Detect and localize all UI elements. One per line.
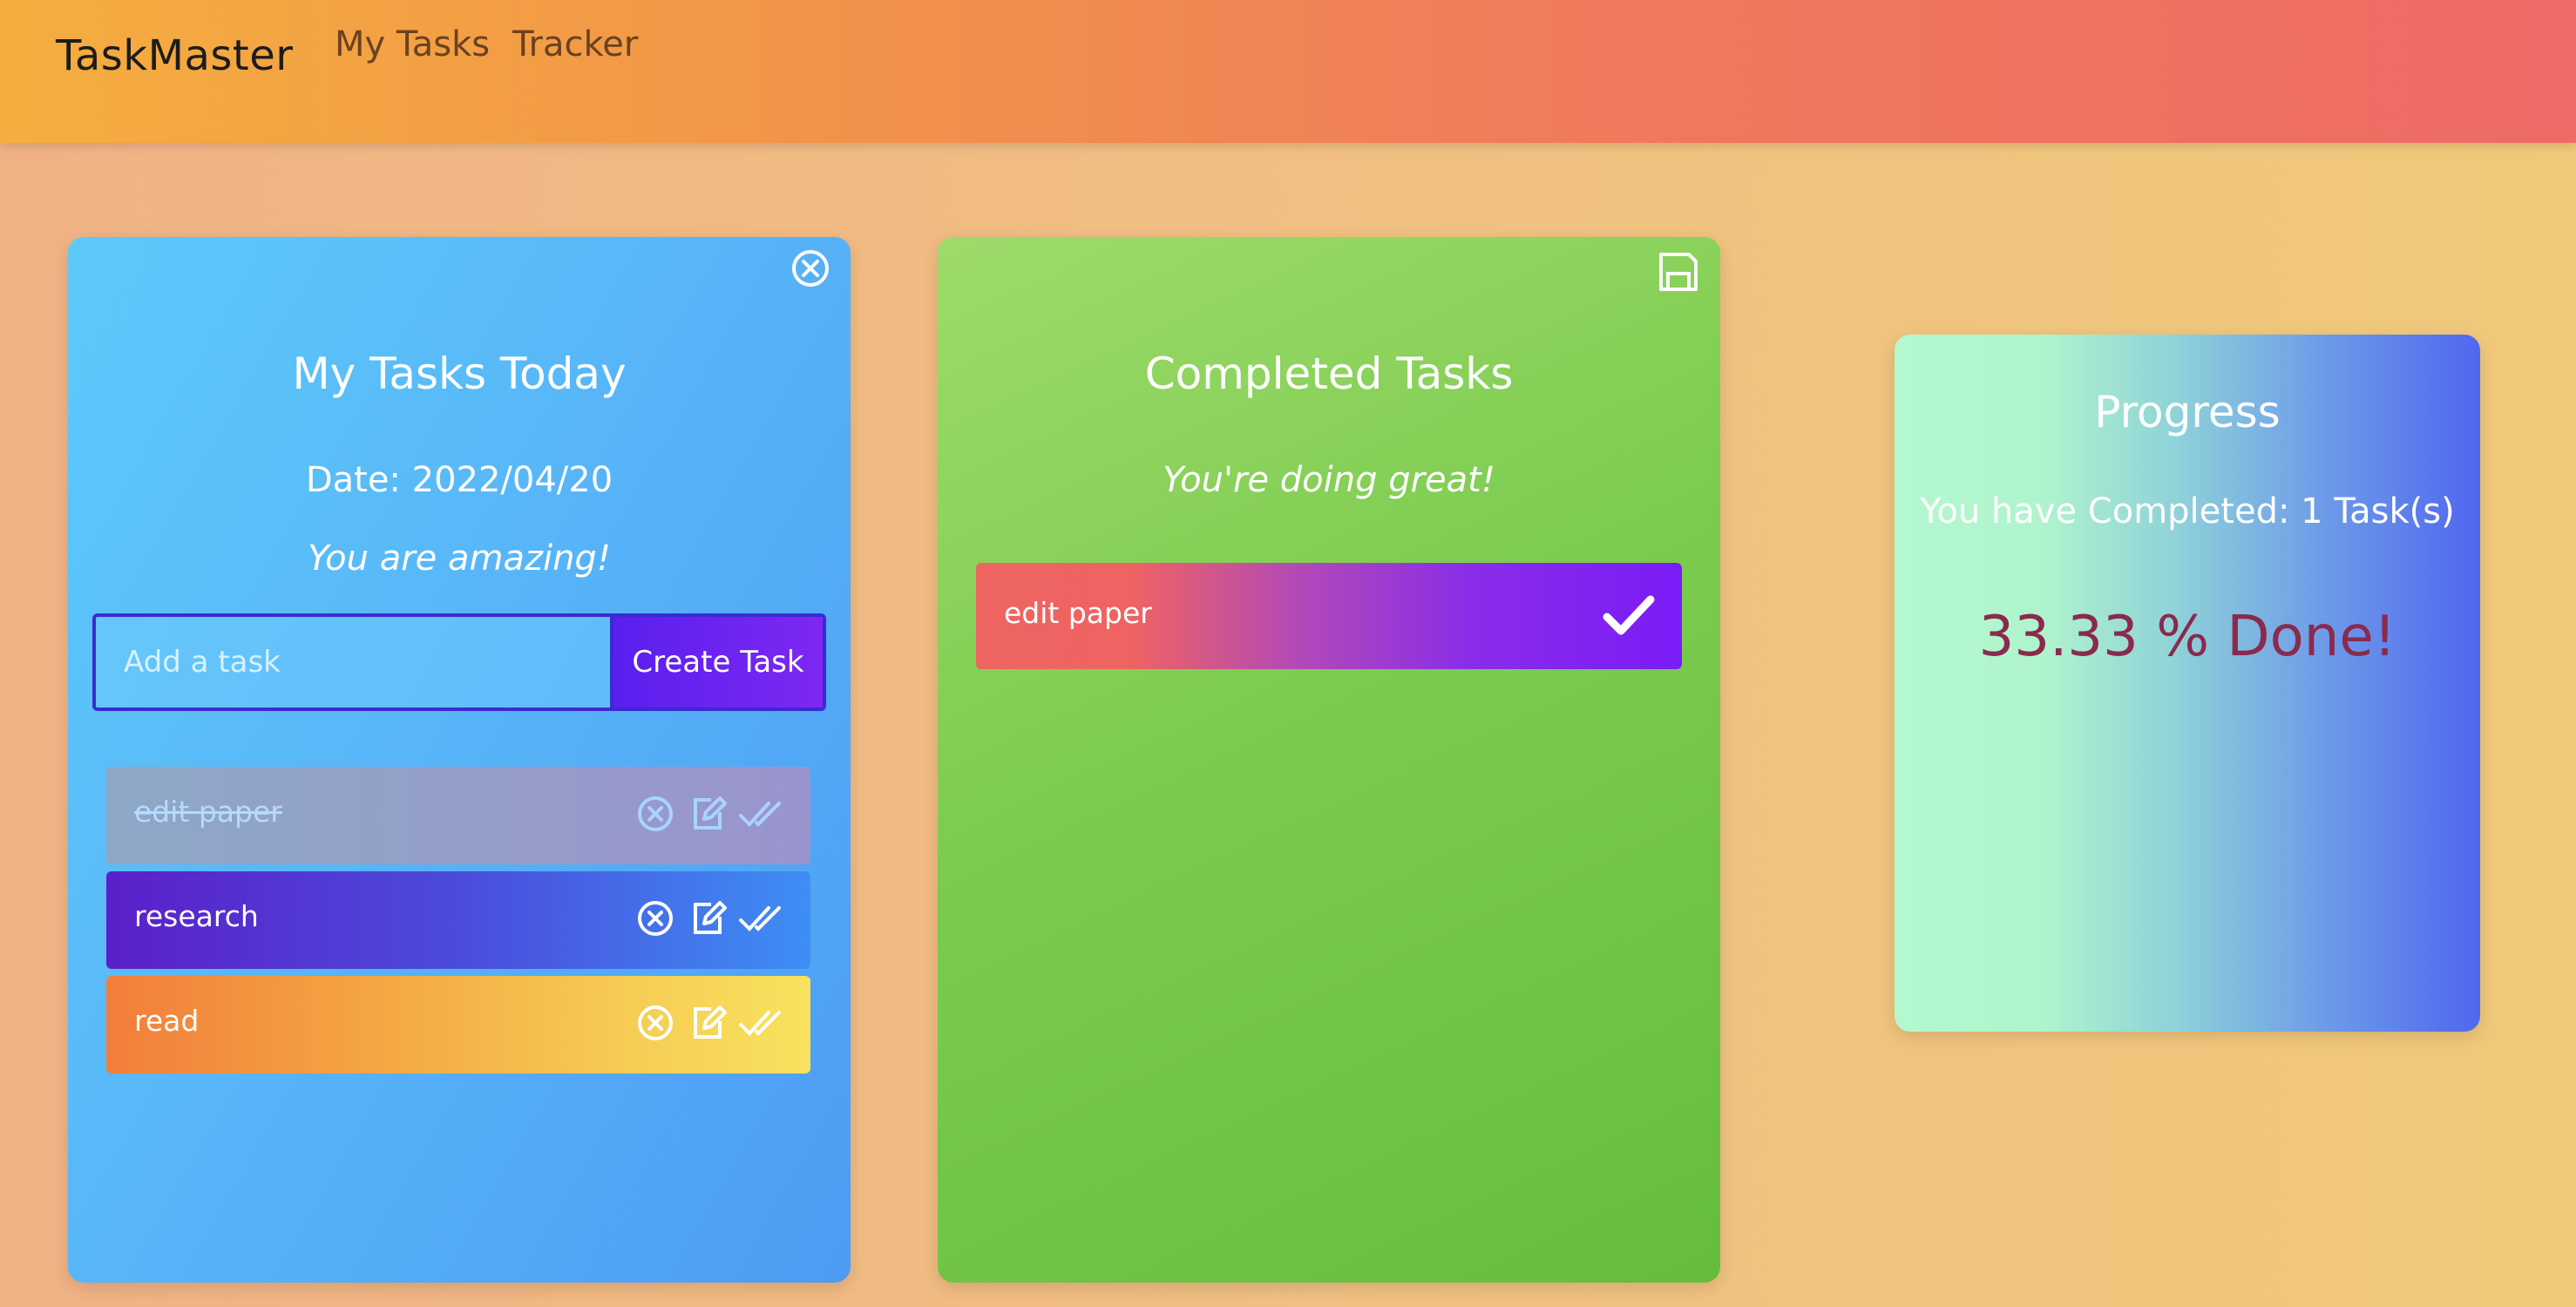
completed-motto: You're doing great!: [1163, 460, 1495, 500]
nav-link-my-tasks[interactable]: My Tasks: [335, 24, 490, 64]
create-task-button[interactable]: Create Task: [613, 617, 823, 708]
progress-percent: 33.33 % Done!: [1978, 605, 2396, 669]
brand-logo[interactable]: TaskMaster: [56, 31, 294, 80]
edit-icon[interactable]: [685, 1000, 730, 1046]
task-item[interactable]: read: [106, 976, 810, 1073]
task-item[interactable]: edit paper: [106, 767, 810, 864]
delete-icon[interactable]: [633, 791, 678, 836]
task-label: edit paper: [134, 795, 282, 829]
edit-icon[interactable]: [685, 791, 730, 836]
completed-task-label: edit paper: [1004, 596, 1152, 630]
completed-card: Completed Tasks You're doing great! edit…: [938, 237, 1720, 1283]
double-check-icon[interactable]: [737, 896, 783, 941]
task-label: research: [134, 899, 259, 933]
delete-icon[interactable]: [633, 1000, 678, 1046]
checkmark-icon[interactable]: [1602, 589, 1656, 643]
double-check-icon[interactable]: [737, 791, 783, 836]
tasks-card: My Tasks Today Date: 2022/04/20 You are …: [68, 237, 851, 1283]
progress-card: Progress You have Completed: 1 Task(s) 3…: [1895, 335, 2480, 1032]
edit-icon[interactable]: [685, 896, 730, 941]
add-task-input[interactable]: [96, 617, 613, 708]
double-check-icon[interactable]: [737, 1000, 783, 1046]
tasks-date: Date: 2022/04/20: [305, 460, 613, 500]
progress-completed-count: You have Completed: 1 Task(s): [1920, 491, 2455, 532]
add-task-form: Create Task: [92, 613, 826, 711]
navbar: TaskMaster My Tasks Tracker: [0, 0, 2576, 143]
completed-task-item: edit paper: [976, 563, 1682, 669]
task-label: read: [134, 1004, 200, 1038]
completed-title: Completed Tasks: [1144, 349, 1514, 399]
delete-icon[interactable]: [633, 896, 678, 941]
progress-title: Progress: [2094, 387, 2281, 437]
close-icon[interactable]: [790, 247, 831, 289]
task-item[interactable]: research: [106, 871, 810, 969]
tasks-title: My Tasks Today: [292, 349, 627, 399]
nav-link-tracker[interactable]: Tracker: [512, 24, 638, 64]
save-icon[interactable]: [1656, 249, 1701, 295]
tasks-motto: You are amazing!: [308, 538, 611, 579]
